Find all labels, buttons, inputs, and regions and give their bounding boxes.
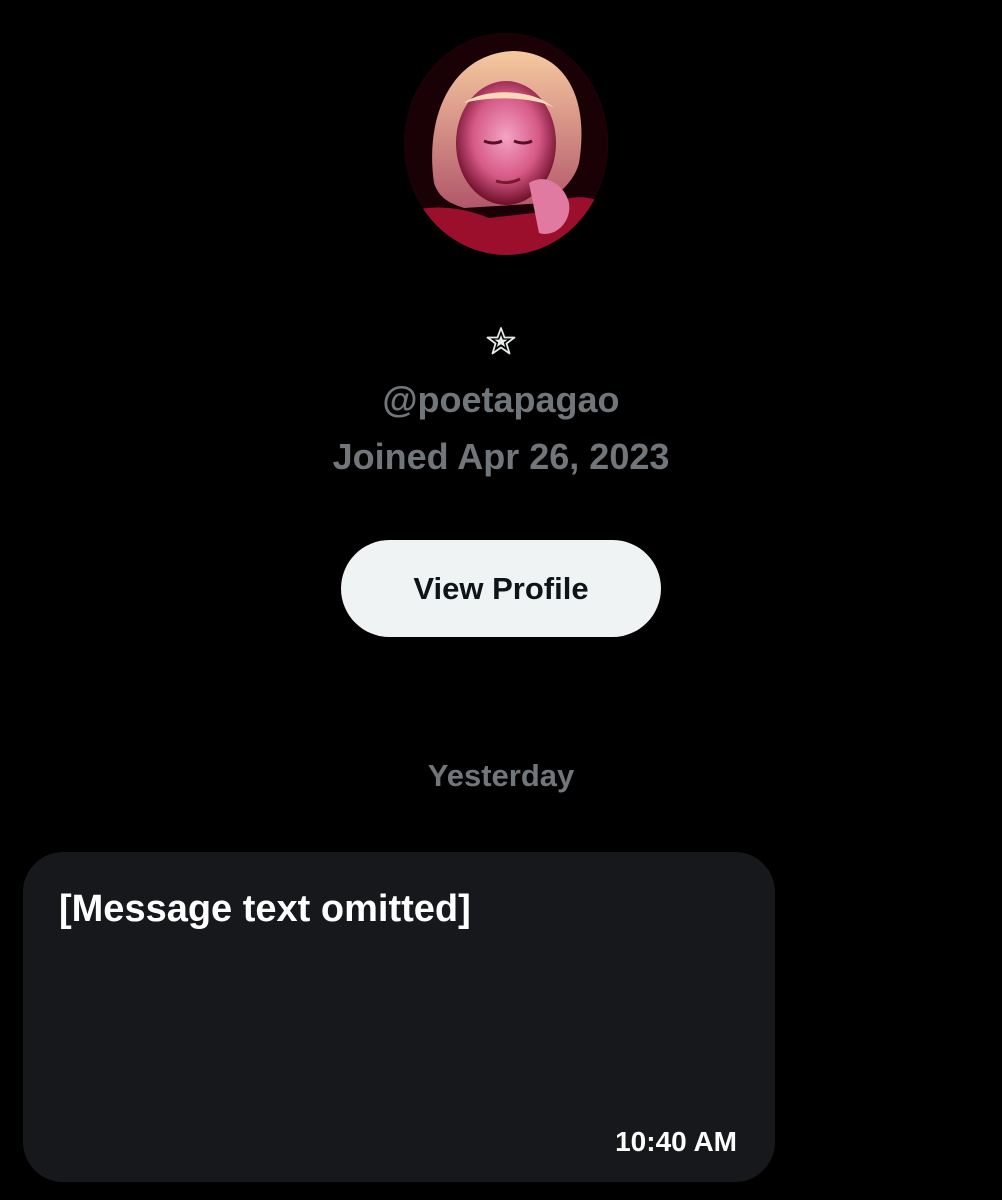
profile-avatar[interactable] [404,33,608,255]
incoming-message-bubble[interactable]: [Message text omitted] 10:40 AM [23,852,775,1182]
joined-date: Joined Apr 26, 2023 [332,436,670,477]
star-icon [486,327,516,355]
view-profile-button[interactable]: View Profile [341,540,661,637]
avatar-image [404,33,608,255]
date-divider: Yesterday [427,758,575,793]
dm-conversation-screen: @poetapagao Joined Apr 26, 2023 View Pro… [0,0,1002,1200]
message-text: [Message text omitted] [59,888,471,930]
message-timestamp: 10:40 AM [615,1126,737,1157]
profile-handle: @poetapagao [382,379,620,420]
